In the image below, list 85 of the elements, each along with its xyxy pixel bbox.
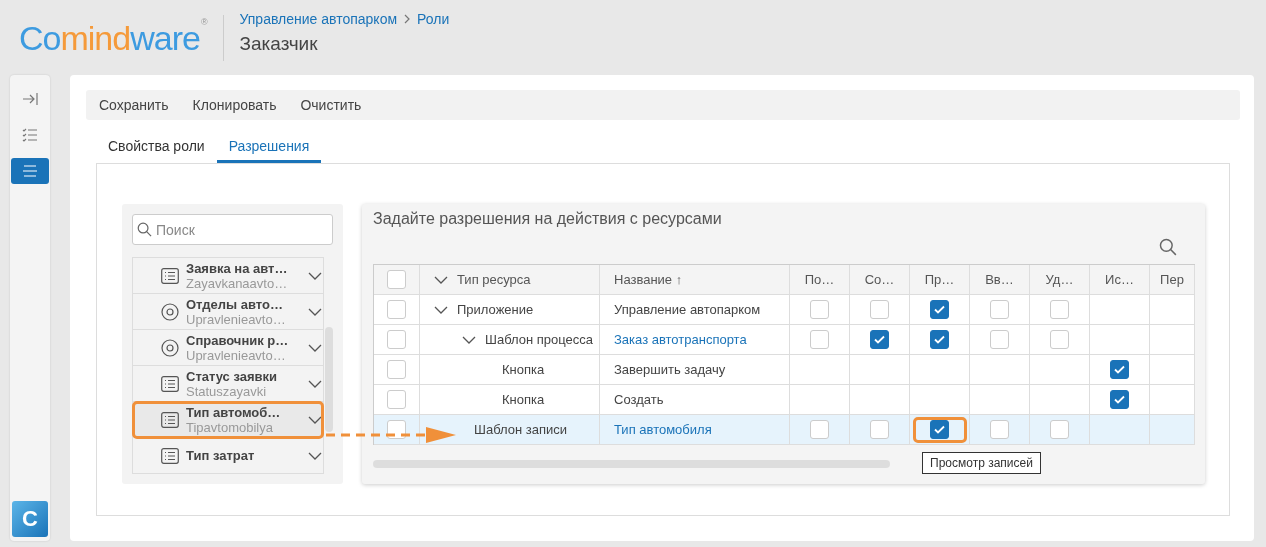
checkmark-icon bbox=[934, 305, 945, 314]
resource-name: Управление автопарком bbox=[614, 302, 761, 317]
checkbox[interactable] bbox=[930, 300, 949, 319]
chevron-right-icon bbox=[403, 13, 412, 24]
resource-name: Завершить задачу bbox=[614, 362, 726, 377]
table-cell bbox=[1150, 415, 1195, 445]
list-icon bbox=[161, 375, 179, 392]
target-icon bbox=[161, 302, 179, 321]
resource-type: Кнопка bbox=[502, 392, 545, 407]
resource-title: Отделы авто… bbox=[186, 296, 284, 312]
checklist-icon bbox=[22, 128, 38, 142]
resource-subtitle: Upravlenieavto… bbox=[186, 311, 287, 327]
column-header[interactable]: Со… bbox=[850, 265, 910, 295]
chevron-down-icon[interactable] bbox=[434, 305, 448, 314]
chevron-down-icon[interactable] bbox=[308, 379, 322, 388]
resource-title: Статус заявки bbox=[186, 368, 279, 384]
chevron-down-icon[interactable] bbox=[308, 307, 322, 316]
resource-title: Справочник р… bbox=[186, 332, 290, 348]
column-header[interactable]: Пер bbox=[1150, 265, 1195, 295]
resource-item[interactable]: Тип затрат bbox=[133, 438, 323, 474]
tab[interactable]: Разрешения bbox=[216, 132, 322, 163]
resource-link[interactable]: Тип автомобиля bbox=[614, 422, 712, 437]
search-field[interactable]: Поиск bbox=[132, 214, 333, 245]
breadcrumb-link[interactable]: Роли bbox=[417, 10, 450, 27]
logo: Comindware® bbox=[19, 14, 224, 61]
scrollbar[interactable] bbox=[325, 327, 333, 432]
checkbox[interactable] bbox=[1110, 360, 1129, 379]
resource-type: Приложение bbox=[457, 302, 534, 317]
target-icon bbox=[161, 338, 179, 357]
checkmark-icon bbox=[1114, 365, 1125, 374]
column-header[interactable]: Уд… bbox=[1030, 265, 1090, 295]
resource-subtitle: Zayavkanaavto… bbox=[186, 275, 289, 291]
checkmark-icon bbox=[874, 335, 885, 344]
chevron-down-icon[interactable] bbox=[308, 415, 322, 424]
list-icon bbox=[161, 267, 179, 284]
rail-button[interactable] bbox=[11, 158, 49, 184]
resource-title: Заявка на авт… bbox=[186, 260, 289, 276]
column-header[interactable]: По… bbox=[790, 265, 850, 295]
table-cell bbox=[1150, 295, 1195, 325]
panel-title: Задайте разрешения на действия с ресурсами bbox=[373, 210, 723, 228]
checkmark-icon bbox=[934, 335, 945, 344]
resource-item[interactable]: Тип автомоб… Tipavtomobilya bbox=[133, 402, 323, 438]
resource-link[interactable]: Заказ автотранспорта bbox=[614, 332, 747, 347]
tab[interactable]: Свойства роли bbox=[96, 132, 217, 163]
toolbar-button[interactable]: Сохранить bbox=[99, 97, 169, 113]
breadcrumb-link[interactable]: Управление автопарком bbox=[239, 10, 398, 27]
column-header[interactable]: Ис… bbox=[1090, 265, 1150, 295]
resource-type: Шаблон процесса bbox=[485, 332, 594, 347]
toolbar-button[interactable]: Клонировать bbox=[192, 97, 277, 113]
column-header[interactable]: Вв… bbox=[970, 265, 1030, 295]
chevron-down-icon[interactable] bbox=[308, 343, 322, 352]
resource-name: Создать bbox=[614, 392, 664, 407]
chevron-down-icon[interactable] bbox=[308, 271, 322, 280]
resource-subtitle: Statuszayavki bbox=[186, 383, 268, 399]
resource-type: Кнопка bbox=[502, 362, 545, 377]
resource-item[interactable]: Отделы авто… Upravlenieavto… bbox=[133, 294, 323, 330]
chevron-down-icon[interactable] bbox=[434, 275, 448, 284]
menu-icon bbox=[22, 165, 38, 177]
resource-item[interactable]: Заявка на авт… Zayavkanaavto… bbox=[133, 258, 323, 294]
checkbox[interactable] bbox=[870, 330, 889, 349]
checkmark-icon bbox=[934, 425, 945, 434]
column-header[interactable]: Название ↑ bbox=[600, 265, 790, 295]
resource-title: Тип затрат bbox=[186, 448, 256, 463]
search-icon[interactable] bbox=[137, 222, 152, 237]
checkmark-icon bbox=[1114, 395, 1125, 404]
column-header[interactable]: Пр… bbox=[910, 265, 970, 295]
list-icon bbox=[161, 411, 179, 428]
tooltip: Просмотр записей bbox=[922, 452, 1041, 474]
resource-title: Тип автомоб… bbox=[186, 404, 282, 420]
search-icon[interactable] bbox=[1159, 238, 1177, 256]
checkbox[interactable] bbox=[1110, 390, 1129, 409]
checkbox[interactable] bbox=[930, 420, 949, 439]
toolbar-button[interactable]: Очистить bbox=[300, 97, 362, 113]
resource-subtitle: Upravlenieavto… bbox=[186, 347, 286, 363]
table-cell bbox=[1150, 325, 1195, 355]
checkbox[interactable] bbox=[930, 330, 949, 349]
resource-subtitle: Tipavtomobilya bbox=[186, 419, 274, 435]
page-title: Заказчик bbox=[239, 32, 319, 55]
list-icon bbox=[161, 447, 179, 464]
chevron-down-icon[interactable] bbox=[462, 335, 476, 344]
column-header[interactable]: Тип ресурса bbox=[420, 265, 600, 295]
resource-item[interactable]: Справочник р… Upravlenieavto… bbox=[133, 330, 323, 366]
resource-type: Шаблон записи bbox=[474, 422, 567, 437]
chevron-down-icon[interactable] bbox=[308, 451, 322, 460]
collapse-icon bbox=[22, 92, 38, 106]
